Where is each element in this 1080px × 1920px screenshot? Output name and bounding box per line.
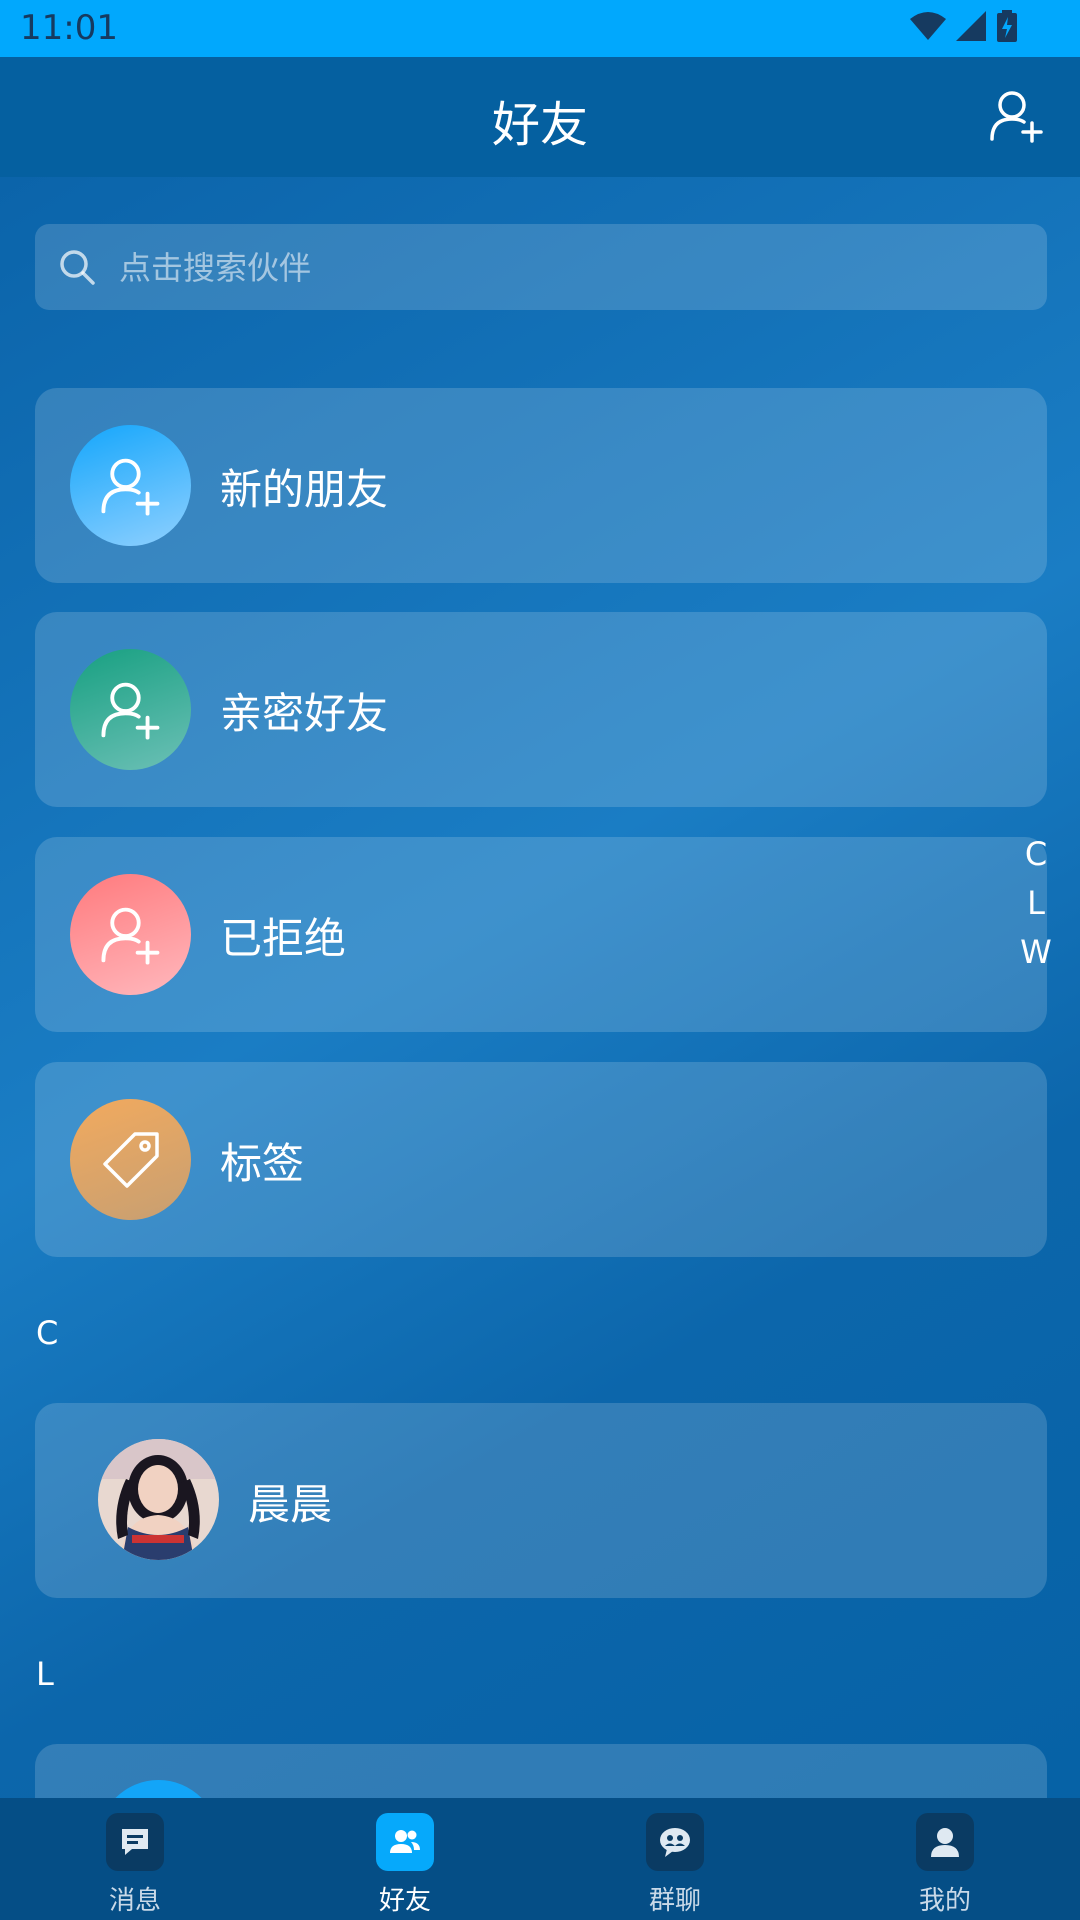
rejected-label: 已拒绝	[220, 914, 347, 963]
section-header-c: C	[36, 1314, 59, 1352]
friend-name: 晨晨	[248, 1480, 333, 1529]
rejected-card[interactable]: 已拒绝	[35, 837, 1047, 1032]
bottom-nav: 消息 好友 群聊 我的	[0, 1798, 1080, 1920]
nav-label: 我的	[918, 1886, 971, 1916]
page-title: 好友	[491, 97, 588, 153]
add-user-icon	[100, 907, 159, 965]
tags-label: 标签	[220, 1139, 305, 1188]
add-user-icon	[990, 91, 1043, 143]
avatar	[98, 1439, 219, 1560]
search-input[interactable]	[117, 224, 1021, 312]
section-header-l: L	[36, 1655, 54, 1693]
add-friend-button[interactable]	[988, 87, 1046, 145]
friend-item[interactable]	[35, 1744, 1047, 1798]
nav-label: 消息	[108, 1886, 161, 1916]
tags-card[interactable]: 标签	[35, 1062, 1047, 1257]
alphabet-index: C L W	[1012, 830, 1060, 977]
friend-item[interactable]: 晨晨	[35, 1403, 1047, 1598]
nav-label: 群聊	[648, 1886, 701, 1916]
index-letter-l[interactable]: L	[1012, 879, 1060, 928]
profile-icon	[931, 1828, 959, 1857]
status-time: 11:01	[20, 8, 118, 48]
nav-group-chat[interactable]: 群聊	[540, 1798, 810, 1920]
nav-icon-box	[646, 1813, 704, 1871]
status-bar: 11:01	[0, 0, 1080, 57]
index-letter-w[interactable]: W	[1012, 928, 1060, 977]
rejected-icon-circle	[70, 874, 191, 995]
wifi-icon	[910, 12, 946, 40]
tags-icon-circle	[70, 1099, 191, 1220]
close-friends-label: 亲密好友	[220, 689, 389, 738]
signal-icon	[956, 11, 986, 41]
group-chat-icon	[660, 1828, 690, 1857]
new-friends-label: 新的朋友	[220, 465, 389, 514]
avatar	[98, 1780, 219, 1798]
nav-icon-box	[106, 1813, 164, 1871]
battery-icon	[997, 10, 1017, 42]
message-icon	[122, 1829, 148, 1855]
nav-icon-box	[916, 1813, 974, 1871]
index-letter-c[interactable]: C	[1012, 830, 1060, 879]
nav-icon-box	[376, 1813, 434, 1871]
nav-friends[interactable]: 好友	[270, 1798, 540, 1920]
close-friends-icon-circle	[70, 649, 191, 770]
add-user-icon	[100, 458, 159, 516]
nav-messages[interactable]: 消息	[0, 1798, 270, 1920]
new-friends-card[interactable]: 新的朋友	[35, 388, 1047, 583]
tag-icon	[102, 1131, 159, 1188]
nav-label: 好友	[378, 1886, 431, 1916]
search-icon	[60, 250, 95, 285]
close-friends-card[interactable]: 亲密好友	[35, 612, 1047, 807]
add-user-icon	[100, 682, 159, 740]
search-box[interactable]	[35, 224, 1047, 312]
friends-content: 新的朋友 亲密好友 已拒绝 标签 C	[0, 177, 1080, 1798]
new-friends-icon-circle	[70, 425, 191, 546]
status-icons	[910, 10, 1018, 42]
friends-icon	[390, 1830, 420, 1853]
nav-profile[interactable]: 我的	[810, 1798, 1080, 1920]
header: 好友	[0, 57, 1080, 177]
